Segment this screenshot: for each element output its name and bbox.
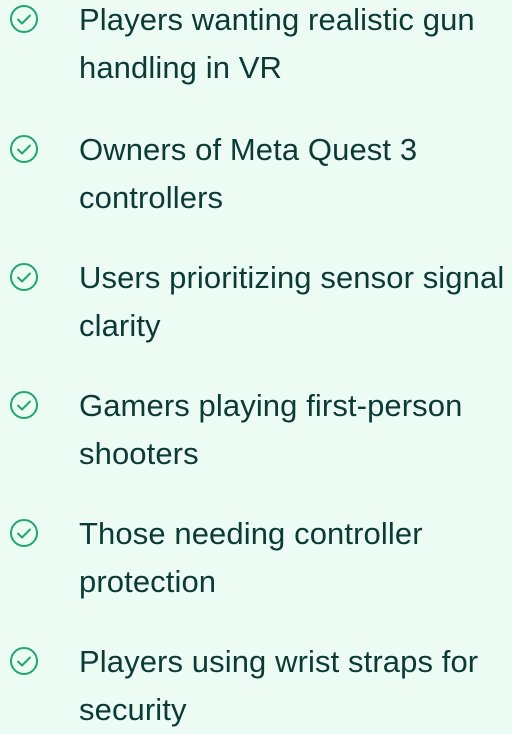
check-circle-icon [9, 646, 39, 676]
list-item-label: Gamers playing first-person shooters [79, 388, 463, 471]
list-item: Owners of Meta Quest 3 controllers [0, 126, 512, 222]
list-item: Those needing controller protection [0, 510, 512, 606]
check-circle-icon [9, 262, 39, 292]
list-item-label: Players wanting realistic gun handling i… [79, 2, 475, 85]
check-circle-icon [9, 390, 39, 420]
list-item: Players wanting realistic gun handling i… [0, 0, 512, 92]
list-item-label: Users prioritizing sensor signal clarity [79, 260, 505, 343]
list-item: Players using wrist straps for security [0, 638, 512, 734]
check-circle-icon [9, 518, 39, 548]
list-item-label: Those needing controller protection [79, 516, 423, 599]
check-circle-icon [9, 134, 39, 164]
feature-list: Players wanting realistic gun handling i… [0, 0, 512, 729]
list-item: Users prioritizing sensor signal clarity [0, 254, 512, 350]
list-item-label: Owners of Meta Quest 3 controllers [79, 132, 418, 215]
list-item-label: Players using wrist straps for security [79, 644, 479, 727]
check-circle-icon [9, 4, 39, 34]
list-item: Gamers playing first-person shooters [0, 382, 512, 478]
